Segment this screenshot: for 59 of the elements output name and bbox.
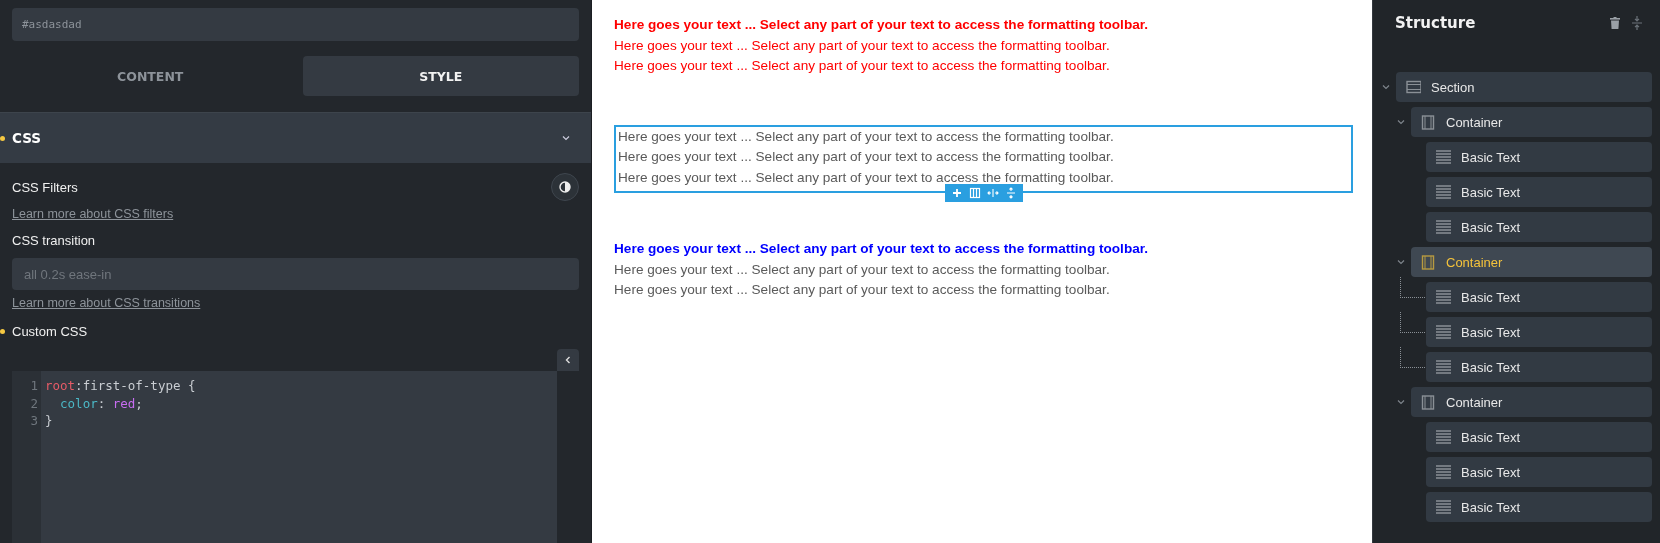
field-label: Custom CSS	[12, 324, 88, 339]
lines-icon	[1436, 464, 1451, 480]
columns-icon	[1421, 254, 1436, 270]
columns-icon	[1421, 394, 1436, 410]
columns-icon	[968, 187, 981, 199]
field-label: CSS transition	[12, 233, 97, 248]
tree-item[interactable]: Basic Text	[1426, 177, 1652, 207]
lines-icon	[1436, 219, 1451, 235]
tab[interactable]: STYLE	[302, 56, 579, 96]
text-line: Here goes your text ... Select any part of your text to access the formatting toolbar.	[617, 168, 1115, 187]
move-horizontal-icon	[986, 187, 999, 199]
lines-icon	[1436, 359, 1451, 375]
id-field[interactable]: #asdasdad	[12, 8, 579, 41]
section-header[interactable]: CSS	[0, 112, 591, 163]
plus-icon	[950, 187, 963, 199]
code-line: color: red;	[59, 394, 144, 412]
panel-title: Structure	[1395, 14, 1477, 32]
collapse-button[interactable]	[557, 349, 579, 371]
code-line: }	[45, 412, 54, 430]
line-number: 3	[29, 412, 39, 430]
help-link[interactable]: Learn more about CSS filters	[12, 207, 174, 221]
section-icon	[1406, 79, 1421, 95]
tree-item[interactable]: Basic Text	[1426, 212, 1652, 242]
lines-icon	[1436, 499, 1451, 515]
help-link[interactable]: Learn more about CSS transitions	[12, 296, 201, 310]
code-editor[interactable]: 1 2 3 root:first-of-type { color: red; }	[12, 371, 557, 543]
tree-item[interactable]: Basic Text	[1426, 142, 1652, 172]
filter-button[interactable]	[551, 173, 579, 201]
lines-icon	[1436, 429, 1451, 445]
text-line: Here goes your text ... Select any part of your text to access the formatting toolbar.	[614, 260, 1111, 279]
text-line: Here goes your text ... Select any part of your text to access the formatting toolbar.	[614, 16, 1150, 34]
tab[interactable]: CONTENT	[12, 56, 289, 96]
contrast-icon	[559, 181, 571, 193]
element-toolbar[interactable]	[944, 184, 1023, 202]
line-number: 2	[29, 394, 39, 412]
lines-icon	[1436, 324, 1451, 340]
text-line: Here goes your text ... Select any part of your text to access the formatting toolbar.	[617, 148, 1115, 166]
chevron-left-icon	[563, 355, 573, 365]
field-label: CSS Filters	[12, 179, 78, 195]
transition-field[interactable]: all 0.2s ease-in	[12, 258, 579, 290]
tree-item[interactable]: Basic Text	[1426, 422, 1652, 452]
collapse-vertical-icon	[1632, 16, 1642, 30]
text-line: Here goes your text ... Select any part of your text to access the formatting toolbar.	[614, 36, 1111, 55]
tree-item[interactable]: Basic Text	[1426, 457, 1652, 487]
code-line: root:first-of-type {	[45, 377, 196, 395]
lines-icon	[1436, 289, 1451, 305]
text-line: Here goes your text ... Select any part of your text to access the formatting toolbar.	[614, 57, 1111, 75]
text-line: Here goes your text ... Select any part of your text to access the formatting toolbar.	[617, 127, 1115, 146]
text-line: Here goes your text ... Select any part of your text to access the formatting toolbar.	[614, 240, 1150, 258]
text-line: Here goes your text ... Select any part of your text to access the formatting toolbar.	[614, 281, 1111, 299]
line-number: 1	[29, 377, 39, 395]
lines-icon	[1436, 149, 1451, 165]
trash-icon	[1610, 17, 1620, 29]
section-title: CSS	[12, 130, 42, 146]
tree-item[interactable]: Basic Text	[1426, 492, 1652, 522]
move-vertical-icon	[1004, 187, 1017, 199]
columns-icon	[1421, 114, 1436, 130]
lines-icon	[1436, 184, 1451, 200]
chevron-icon	[561, 133, 571, 143]
